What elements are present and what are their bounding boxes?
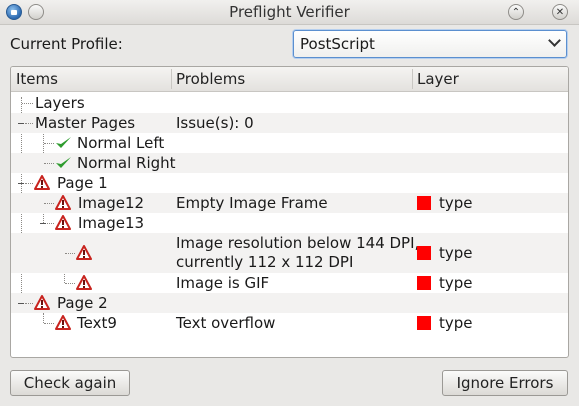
problem-text: Image is GIF: [176, 274, 270, 292]
warning-triangle-icon: [76, 275, 92, 290]
tree-row[interactable]: Normal Right: [11, 153, 568, 173]
problem-text: Empty Image Frame: [176, 194, 328, 212]
tree-item-label: Normal Left: [77, 134, 165, 152]
problem-text: Issue(s): 0: [176, 114, 254, 132]
close-button[interactable]: ✕: [552, 4, 568, 20]
warning-triangle-icon: [34, 295, 50, 310]
warning-triangle-icon: [55, 315, 71, 330]
chevron-down-icon: [548, 34, 561, 47]
warning-triangle-icon: [34, 175, 50, 190]
title-bar: Preflight Verifier ⌃ ✕: [0, 0, 579, 25]
layer-color-swatch: [417, 276, 431, 290]
layer-name: type: [439, 244, 473, 262]
tree-header: Items Problems Layer: [11, 67, 568, 92]
collapse-icon[interactable]: [18, 183, 24, 184]
layer-name: type: [439, 274, 473, 292]
layer-color-swatch: [417, 316, 431, 330]
collapse-icon[interactable]: [18, 303, 24, 304]
tree-row[interactable]: Layers: [11, 93, 568, 113]
ignore-errors-button[interactable]: Ignore Errors: [442, 370, 568, 396]
tree-item-label: Image12: [78, 194, 145, 212]
layer-name: type: [439, 314, 473, 332]
tree-item-label: Master Pages: [35, 114, 136, 132]
tree-row[interactable]: Master Pages Issue(s): 0: [11, 113, 568, 133]
tree-row[interactable]: Page 1: [11, 173, 568, 193]
checkmark-icon: [56, 137, 71, 148]
tree-item-label: Layers: [35, 94, 85, 112]
tree-item-label: Page 2: [57, 294, 108, 312]
problem-text: currently 112 x 112 DPI: [176, 253, 354, 271]
warning-triangle-icon: [55, 215, 71, 230]
tree-row[interactable]: Image12 Empty Image Frame type: [11, 193, 568, 213]
layer-color-swatch: [417, 246, 431, 260]
window-title: Preflight Verifier: [229, 3, 350, 21]
tree-item-label: Page 1: [57, 174, 108, 192]
layer-color-swatch: [417, 196, 431, 210]
preflight-tree[interactable]: Items Problems Layer Layers Master Pages…: [10, 66, 569, 358]
current-profile-label: Current Profile:: [10, 35, 123, 53]
profile-select[interactable]: PostScript: [293, 30, 567, 58]
collapse-icon[interactable]: [40, 223, 46, 224]
warning-triangle-icon: [76, 245, 92, 260]
column-header-problems[interactable]: Problems: [176, 70, 245, 88]
tree-row[interactable]: Text9 Text overflow type: [11, 313, 568, 333]
warning-triangle-icon: [55, 195, 71, 210]
profile-select-value: PostScript: [300, 35, 375, 53]
column-header-layer[interactable]: Layer: [417, 70, 459, 88]
tree-item-label: Text9: [77, 314, 117, 332]
problem-text: Image resolution below 144 DPI,: [176, 234, 420, 252]
keep-above-button[interactable]: ⌃: [508, 4, 524, 20]
tree-row[interactable]: Image resolution below 144 DPI, currentl…: [11, 233, 568, 273]
checkmark-icon: [56, 157, 71, 168]
collapse-icon[interactable]: [18, 123, 24, 124]
tree-row[interactable]: Image is GIF type: [11, 273, 568, 293]
tree-row[interactable]: Image13: [11, 213, 568, 233]
layer-name: type: [439, 194, 473, 212]
tree-row[interactable]: Page 2: [11, 293, 568, 313]
problem-text: Text overflow: [176, 314, 276, 332]
tree-row[interactable]: Normal Left: [11, 133, 568, 153]
tree-item-label: Image13: [78, 214, 145, 232]
column-header-items[interactable]: Items: [16, 70, 58, 88]
tree-item-label: Normal Right: [77, 154, 176, 172]
check-again-button[interactable]: Check again: [10, 370, 130, 396]
